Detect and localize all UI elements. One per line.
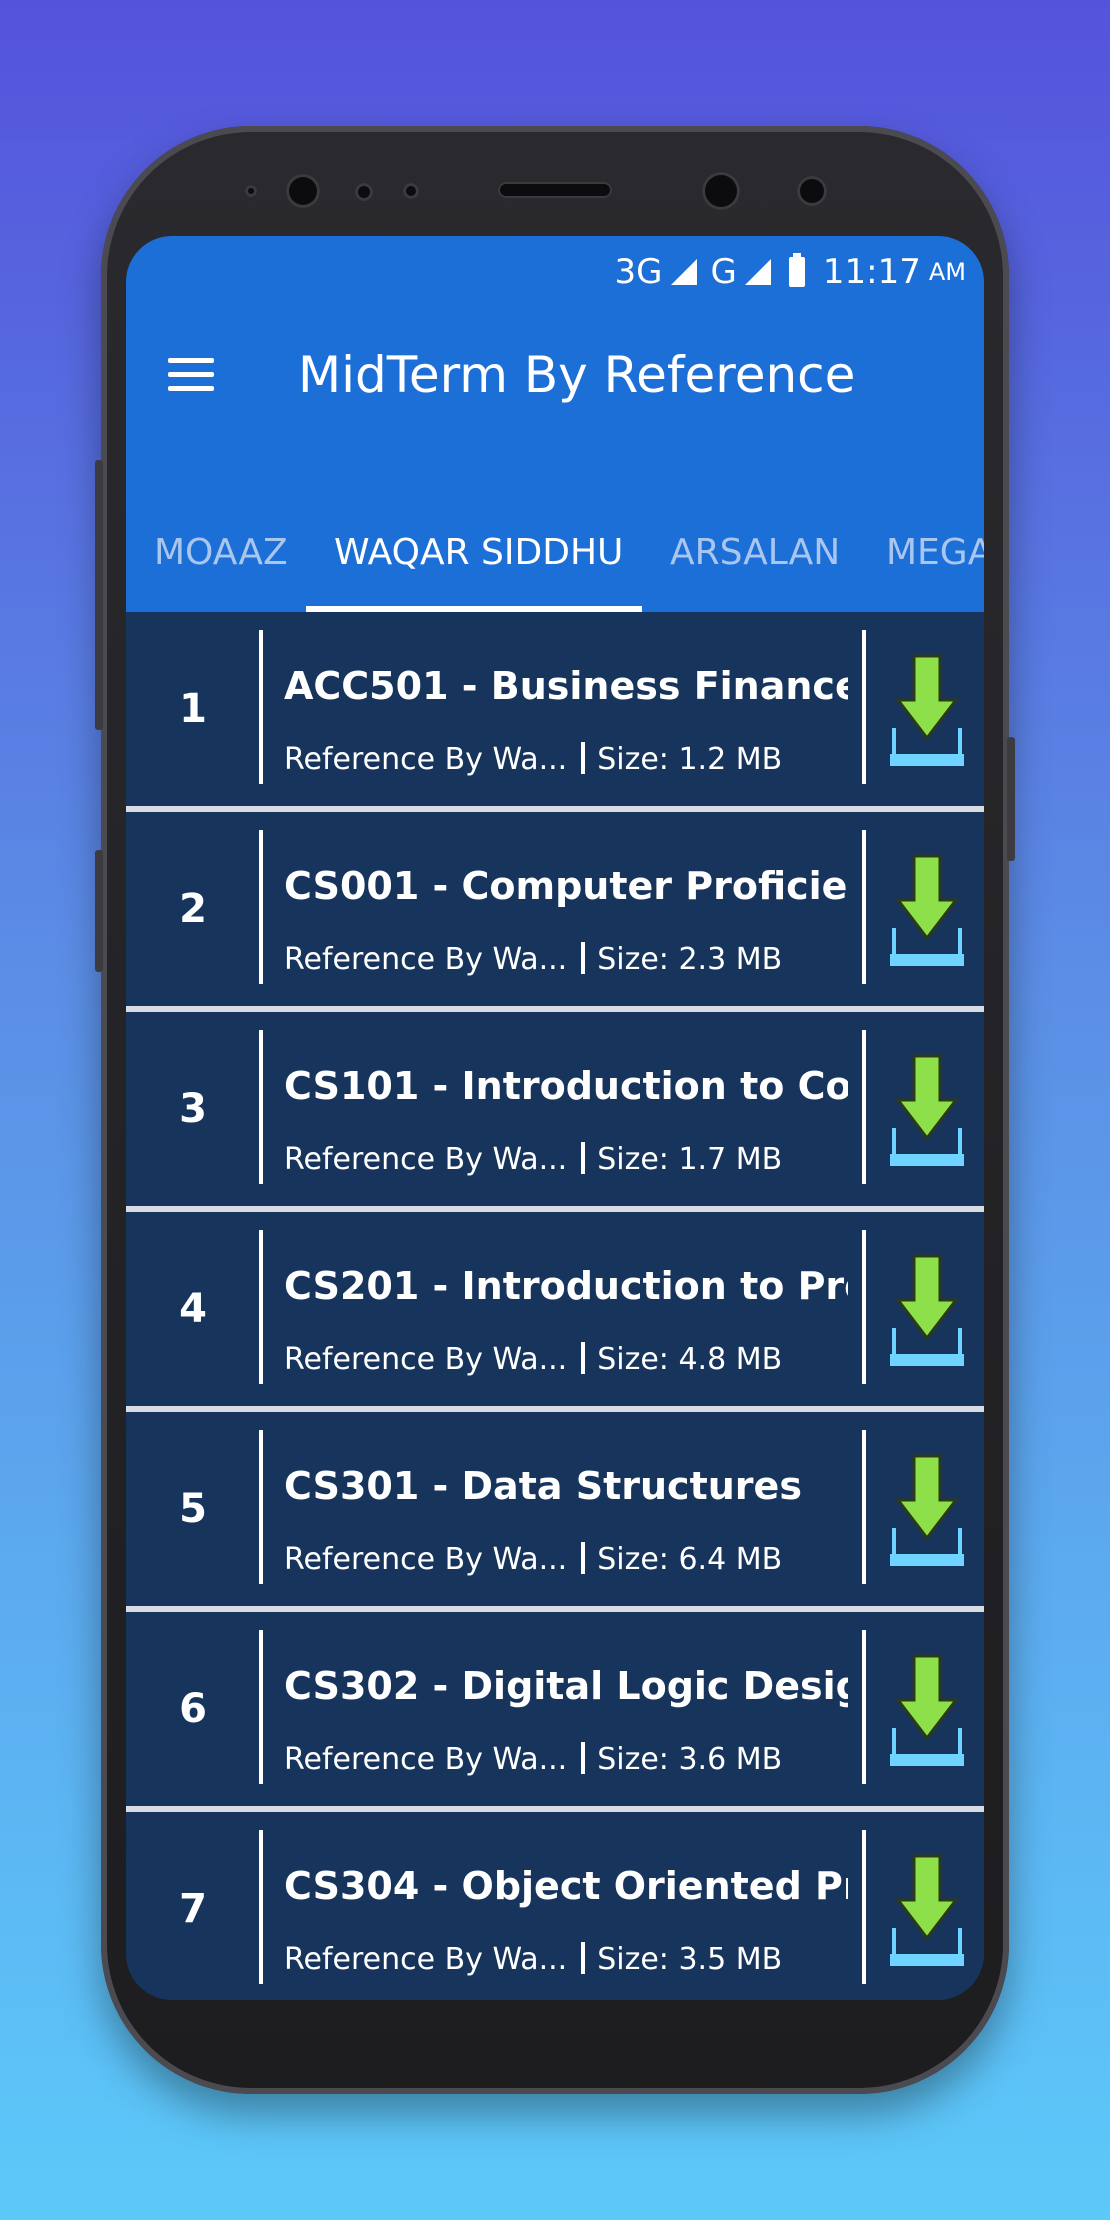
course-title: CS201 - Introduction to Prog... <box>284 1264 848 1308</box>
file-size: Size: 4.8 MB <box>597 1342 783 1377</box>
list-item[interactable]: 3 CS101 - Introduction to Com... Reference… <box>126 1012 984 1212</box>
download-icon[interactable] <box>890 1250 964 1370</box>
reference-by: Reference By Wa... <box>284 1542 568 1577</box>
reference-by: Reference By Wa... <box>284 942 568 977</box>
item-meta: Reference By Wa... Size: 3.6 MB <box>284 1742 782 1777</box>
download-icon[interactable] <box>890 850 964 970</box>
course-title: CS101 - Introduction to Com... <box>284 1064 848 1108</box>
meta-separator <box>581 1342 586 1374</box>
tab-moaaz[interactable]: MOAAZ <box>154 494 288 612</box>
meta-separator <box>581 942 586 974</box>
volume-button <box>95 460 103 730</box>
download-icon[interactable] <box>890 1850 964 1970</box>
item-number: 3 <box>179 1086 207 1132</box>
meta-separator <box>581 1742 586 1774</box>
reference-by: Reference By Wa... <box>284 1142 568 1177</box>
file-size: Size: 6.4 MB <box>597 1542 783 1577</box>
list-item[interactable]: 5 CS301 - Data Structures Reference By Wa.… <box>126 1412 984 1612</box>
divider <box>259 1830 263 1984</box>
item-number: 5 <box>179 1486 207 1532</box>
phone-screen: 3G G 11:17 AM MidTerm By Reference MOAAZ… <box>126 236 984 2000</box>
course-title: CS302 - Digital Logic Design <box>284 1664 848 1708</box>
tab-bar: MOAAZ WAQAR SIDDHU ARSALAN MEGA <box>126 494 984 612</box>
reference-by: Reference By Wa... <box>284 742 568 777</box>
signal-icon-2 <box>744 259 771 285</box>
earpiece-speaker <box>498 182 612 198</box>
file-size: Size: 3.5 MB <box>597 1942 783 1977</box>
hamburger-menu-icon[interactable] <box>168 358 214 392</box>
file-size: Size: 1.2 MB <box>597 742 783 777</box>
list-item[interactable]: 7 CS304 - Object Oriented Pro... Reference… <box>126 1812 984 2000</box>
reference-list: 1 ACC501 - Business Finance Reference By W… <box>126 612 984 2000</box>
reference-by: Reference By Wa... <box>284 1342 568 1377</box>
item-meta: Reference By Wa... Size: 1.7 MB <box>284 1142 782 1177</box>
file-size: Size: 2.3 MB <box>597 942 783 977</box>
item-number: 7 <box>179 1886 207 1932</box>
list-item[interactable]: 6 CS302 - Digital Logic Design Reference B… <box>126 1612 984 1812</box>
item-number: 6 <box>179 1686 207 1732</box>
divider <box>259 830 263 984</box>
light-sensor <box>355 183 373 201</box>
course-title: ACC501 - Business Finance <box>284 664 848 708</box>
divider <box>259 630 263 784</box>
battery-icon <box>788 253 805 287</box>
divider <box>862 1030 866 1184</box>
iris-camera <box>286 174 320 208</box>
status-time: 11:17 <box>822 252 921 292</box>
front-camera <box>702 172 740 210</box>
divider <box>259 1030 263 1184</box>
iris-scanner <box>797 176 827 206</box>
item-meta: Reference By Wa... Size: 3.5 MB <box>284 1942 782 1977</box>
item-meta: Reference By Wa... Size: 1.2 MB <box>284 742 782 777</box>
meta-separator <box>581 1142 586 1174</box>
divider <box>862 830 866 984</box>
file-size: Size: 3.6 MB <box>597 1742 783 1777</box>
list-item[interactable]: 2 CS001 - Computer Proficienc... Reference… <box>126 812 984 1012</box>
divider <box>259 1430 263 1584</box>
page-title: MidTerm By Reference <box>298 346 856 404</box>
item-number: 1 <box>179 686 207 732</box>
divider <box>862 1830 866 1984</box>
reference-by: Reference By Wa... <box>284 1742 568 1777</box>
meta-separator <box>581 742 586 774</box>
item-meta: Reference By Wa... Size: 6.4 MB <box>284 1542 782 1577</box>
item-number: 2 <box>179 886 207 932</box>
proximity-sensor <box>245 185 257 197</box>
bixby-button <box>95 850 103 972</box>
course-title: CS301 - Data Structures <box>284 1464 802 1508</box>
tab-arsalan[interactable]: ARSALAN <box>670 494 840 612</box>
meta-separator <box>581 1942 586 1974</box>
download-icon[interactable] <box>890 650 964 770</box>
power-button <box>1007 737 1015 861</box>
meta-separator <box>581 1542 586 1574</box>
divider <box>862 1430 866 1584</box>
list-item[interactable]: 1 ACC501 - Business Finance Reference By W… <box>126 612 984 812</box>
tab-waqar-siddhu[interactable]: WAQAR SIDDHU <box>334 494 623 612</box>
divider <box>862 630 866 784</box>
network-g-label: G <box>710 252 737 292</box>
tab-mega[interactable]: MEGA <box>886 494 984 612</box>
item-meta: Reference By Wa... Size: 4.8 MB <box>284 1342 782 1377</box>
app-bar: 3G G 11:17 AM MidTerm By Reference MOAAZ… <box>126 236 984 612</box>
course-title: CS001 - Computer Proficienc... <box>284 864 848 908</box>
course-title: CS304 - Object Oriented Pro... <box>284 1864 848 1908</box>
network-3g-label: 3G <box>614 252 663 292</box>
status-bar: 3G G 11:17 AM <box>615 250 966 294</box>
file-size: Size: 1.7 MB <box>597 1142 783 1177</box>
status-ampm: AM <box>928 258 966 286</box>
reference-by: Reference By Wa... <box>284 1942 568 1977</box>
item-number: 4 <box>179 1286 207 1332</box>
signal-icon <box>670 259 697 285</box>
divider <box>259 1230 263 1384</box>
download-icon[interactable] <box>890 1050 964 1170</box>
sensor-dot <box>403 183 419 199</box>
divider <box>862 1630 866 1784</box>
download-icon[interactable] <box>890 1450 964 1570</box>
download-icon[interactable] <box>890 1650 964 1770</box>
list-item[interactable]: 4 CS201 - Introduction to Prog... Referenc… <box>126 1212 984 1412</box>
divider <box>862 1230 866 1384</box>
divider <box>259 1630 263 1784</box>
item-meta: Reference By Wa... Size: 2.3 MB <box>284 942 782 977</box>
